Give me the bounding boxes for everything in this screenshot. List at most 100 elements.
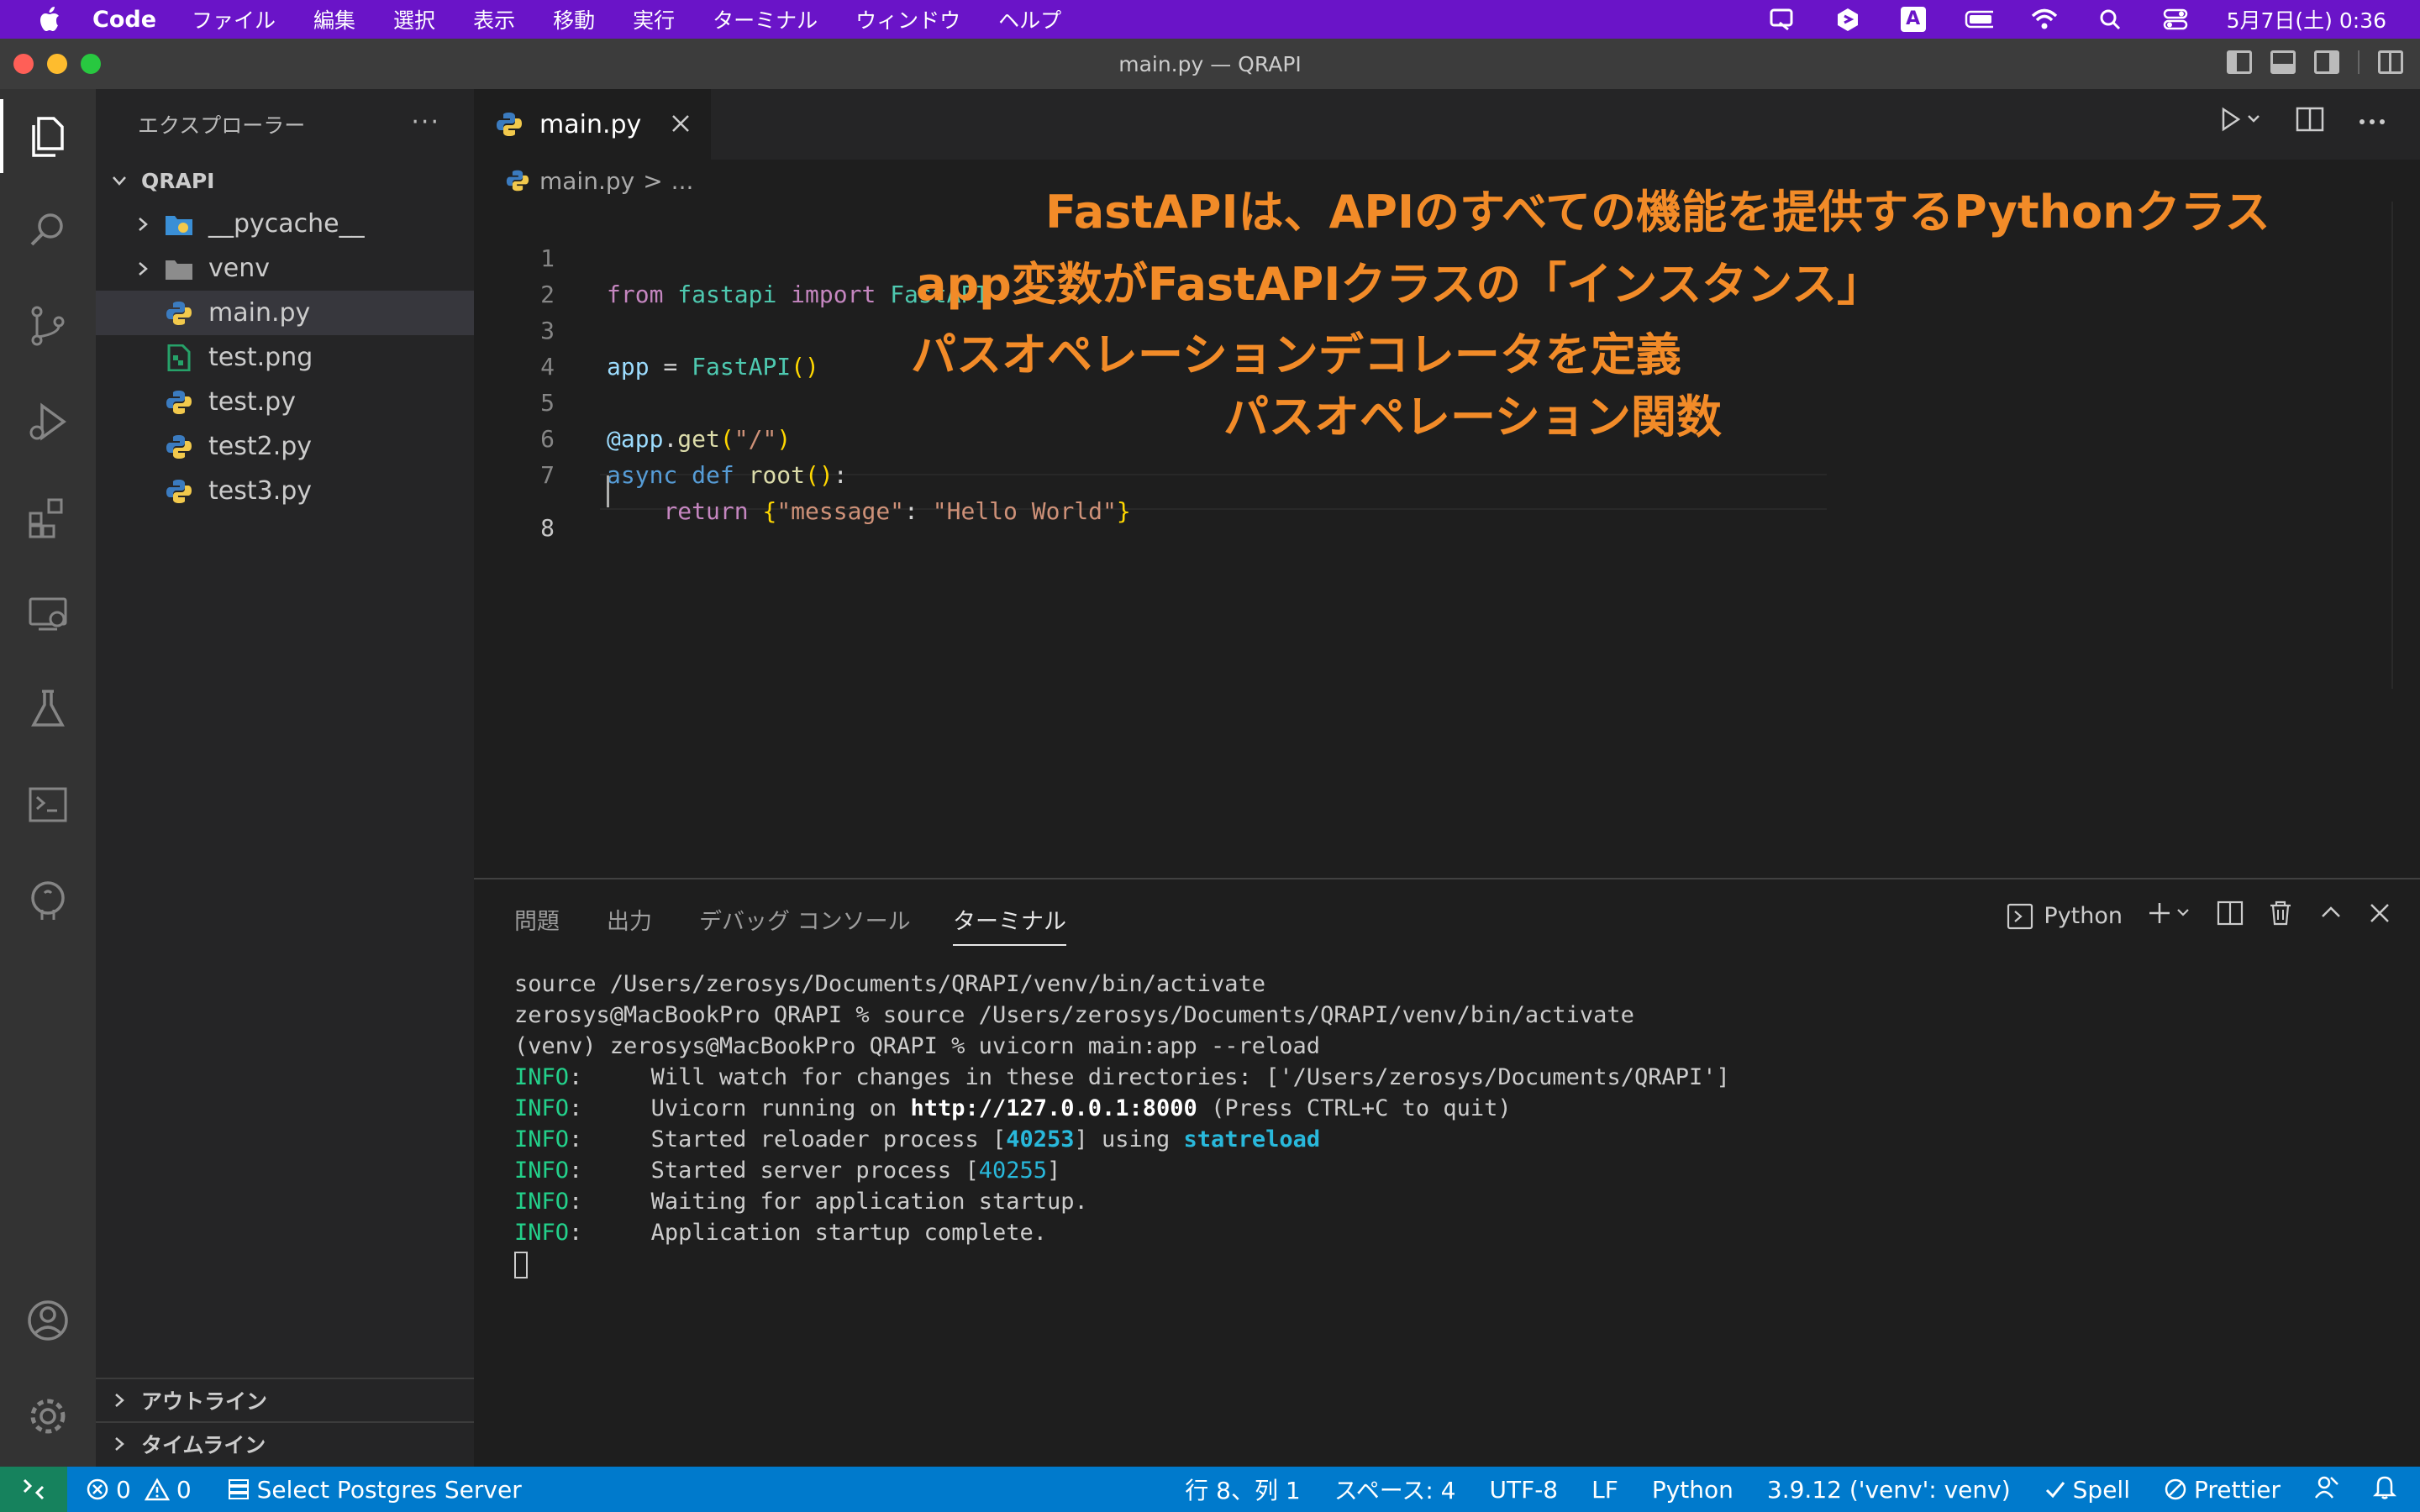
tab-main-py[interactable]: main.py <box>474 89 711 160</box>
battery-icon[interactable] <box>1965 7 1993 32</box>
postgres-elephant-icon[interactable] <box>0 858 96 942</box>
prettier-disabled-icon <box>2165 1478 2186 1500</box>
outline-section-header[interactable]: アウトライン <box>96 1378 474 1421</box>
tree-item-venv[interactable]: venv <box>96 246 474 291</box>
indentation[interactable]: スペース: 4 <box>1334 1473 1456 1506</box>
menu-selection[interactable]: 選択 <box>393 4 435 34</box>
error-count: 0 <box>116 1475 131 1504</box>
toggle-secondary-sidebar-icon[interactable] <box>2314 50 2339 74</box>
testing-icon[interactable] <box>0 667 96 751</box>
screen-share-icon[interactable] <box>1768 7 1797 32</box>
menu-run[interactable]: 実行 <box>633 4 675 34</box>
python-interpreter[interactable]: 3.9.12 ('venv': venv) <box>1767 1476 2011 1504</box>
warning-icon <box>144 1478 170 1501</box>
menu-terminal[interactable]: ターミナル <box>713 4 818 34</box>
close-tab-icon[interactable] <box>671 108 691 141</box>
tab-problems[interactable]: 問題 <box>514 903 560 936</box>
remote-indicator-icon[interactable] <box>0 1467 67 1512</box>
window-title: main.py — QRAPI <box>1118 52 1302 76</box>
maximize-panel-icon[interactable] <box>2317 900 2344 932</box>
terminal-view-icon[interactable] <box>0 763 96 847</box>
menu-edit[interactable]: 編集 <box>313 4 355 34</box>
split-editor-icon[interactable] <box>2296 106 2324 136</box>
prettier-status[interactable]: Prettier <box>2164 1476 2281 1504</box>
customize-layout-icon[interactable] <box>2378 50 2403 74</box>
encoding[interactable]: UTF-8 <box>1489 1476 1558 1504</box>
menu-window[interactable]: ウィンドウ <box>855 4 960 34</box>
log-level: INFO <box>514 1158 570 1184</box>
wifi-icon[interactable] <box>2030 7 2059 32</box>
code-line-8: 8 <box>474 474 2188 542</box>
accounts-icon[interactable] <box>0 1278 96 1362</box>
menubar-clock[interactable]: 5月7日(土) 0:36 <box>2227 4 2386 34</box>
extensions-icon[interactable] <box>0 475 96 559</box>
terminal-line: INFO: Will watch for changes in these di… <box>514 1062 1730 1093</box>
toggle-sidebar-icon[interactable] <box>2227 50 2252 74</box>
kill-terminal-trash-icon[interactable] <box>2267 900 2294 932</box>
source-control-icon[interactable] <box>0 284 96 368</box>
timeline-section-header[interactable]: タイムライン <box>96 1421 474 1465</box>
breadcrumb-symbols[interactable]: ... <box>671 167 694 195</box>
code-editor[interactable]: 1 from fastapi import FastAPI 2 3 app = … <box>474 186 2420 878</box>
remote-explorer-icon[interactable] <box>0 571 96 655</box>
run-debug-icon[interactable] <box>0 380 96 464</box>
log-text: (Press CTRL+C to quit) <box>1197 1095 1512 1121</box>
app-menu[interactable]: Code <box>92 7 156 33</box>
postgres-label: Select Postgres Server <box>256 1475 522 1504</box>
terminal-shell-selector[interactable]: Python <box>2007 903 2123 930</box>
run-python-file-icon[interactable] <box>2220 106 2262 136</box>
editor-vertical-scrollbar[interactable] <box>2391 202 2420 689</box>
log-colon: : <box>569 1189 583 1215</box>
log-text: Will watch for changes in these director… <box>582 1064 1730 1090</box>
problems-status[interactable]: 0 0 <box>86 1476 192 1504</box>
bottom-panel: 問題 出力 デバッグ コンソール ターミナル Python source /Us… <box>474 878 2420 1467</box>
workspace-root-folder[interactable]: QRAPI <box>96 160 474 202</box>
select-postgres-server[interactable]: Select Postgres Server <box>227 1476 522 1504</box>
explorer-icon[interactable] <box>0 94 96 178</box>
tree-item-test-png[interactable]: test.png <box>96 335 474 380</box>
annotation-path-operation-function: パスオペレーション関数 <box>1223 391 1722 444</box>
log-text: Application startup complete. <box>582 1220 1047 1246</box>
macos-menubar: Code ファイル 編集 選択 表示 移動 実行 ターミナル ウィンドウ ヘルプ… <box>0 0 2420 39</box>
tree-item-test2-py[interactable]: test2.py <box>96 424 474 469</box>
tab-output[interactable]: 出力 <box>607 903 652 936</box>
apple-logo-icon[interactable] <box>32 3 66 36</box>
explorer-more-actions-button[interactable]: ··· <box>411 108 440 137</box>
spell-check-status[interactable]: Spell <box>2044 1476 2130 1504</box>
notifications-bell-icon[interactable] <box>2372 1474 2397 1505</box>
menu-go[interactable]: 移動 <box>553 4 595 34</box>
tree-item-label: test2.py <box>208 432 313 461</box>
live-share-feedback-icon[interactable] <box>2314 1474 2339 1505</box>
server-url-link[interactable]: http://127.0.0.1:8000 <box>910 1095 1197 1121</box>
search-icon[interactable] <box>0 188 96 272</box>
toggle-panel-icon[interactable] <box>2270 50 2296 74</box>
tab-debug-console[interactable]: デバッグ コンソール <box>699 903 911 936</box>
close-panel-icon[interactable] <box>2368 901 2391 931</box>
split-terminal-icon[interactable] <box>2217 900 2244 932</box>
more-actions-icon[interactable] <box>2358 113 2386 129</box>
tree-item-main-py[interactable]: main.py <box>96 291 474 335</box>
breadcrumb-file[interactable]: main.py <box>539 167 634 195</box>
spotlight-search-icon[interactable] <box>2096 7 2124 32</box>
terminal-line: (venv) zerosys@MacBookPro QRAPI % uvicor… <box>514 1033 1321 1059</box>
settings-gear-icon[interactable] <box>0 1374 96 1458</box>
new-terminal-icon[interactable] <box>2146 900 2193 932</box>
tree-item-pycache[interactable]: __pycache__ <box>96 202 474 246</box>
menu-help[interactable]: ヘルプ <box>998 4 1061 34</box>
control-center-icon[interactable] <box>2161 7 2190 32</box>
terminal-input[interactable] <box>514 1248 528 1279</box>
tree-item-test3-py[interactable]: test3.py <box>96 469 474 513</box>
end-of-line[interactable]: LF <box>1591 1476 1618 1504</box>
input-method-icon[interactable]: A <box>1899 7 1928 32</box>
tab-terminal[interactable]: ターミナル <box>953 903 1066 946</box>
tree-item-test-py[interactable]: test.py <box>96 380 474 424</box>
tree-item-label: venv <box>208 254 270 283</box>
python-file-icon <box>165 299 193 328</box>
language-mode[interactable]: Python <box>1652 1476 1733 1504</box>
python-file-icon <box>165 388 193 417</box>
menu-view[interactable]: 表示 <box>473 4 515 34</box>
cursor-position[interactable]: 行 8、列 1 <box>1185 1473 1300 1506</box>
warning-count: 0 <box>176 1475 192 1504</box>
menu-file[interactable]: ファイル <box>192 4 276 34</box>
extension-icon[interactable] <box>1833 7 1862 32</box>
